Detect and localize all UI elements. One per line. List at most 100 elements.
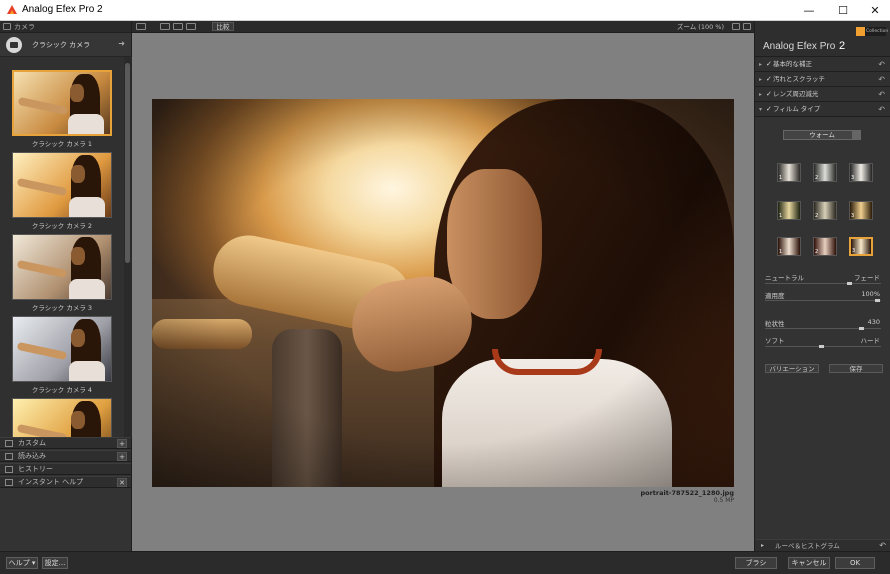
single-view-icon[interactable] (160, 23, 170, 30)
compare-button[interactable]: 比較 (212, 22, 234, 31)
zoom-selector[interactable]: ズーム (100 %) (677, 22, 724, 32)
swatch-number: 3 (851, 213, 855, 219)
camera-icon (3, 23, 11, 30)
variation-button[interactable]: バリエーション (765, 364, 819, 373)
help-icon (5, 479, 13, 486)
view-toolbar: 比較 ズーム (100 %) (132, 21, 754, 33)
film-swatch[interactable]: 1 (777, 163, 801, 182)
swatch-number: 3 (852, 248, 856, 254)
film-type-dropdown[interactable]: ウォーム (783, 130, 861, 140)
section-import[interactable]: 読み込み + (0, 450, 131, 462)
swatch-number: 2 (815, 175, 819, 181)
brand-name: Analog Efex Pro (763, 41, 836, 52)
film-swatch[interactable]: 3 (849, 201, 873, 220)
preset-thumbnail[interactable]: クラシック カメラ 3 (12, 234, 112, 312)
split-view-icon[interactable] (173, 23, 183, 30)
strength-slider-track[interactable] (765, 300, 881, 301)
section-instant-help[interactable]: インスタント ヘルプ ✕ (0, 476, 131, 488)
section-history[interactable]: ヒストリー (0, 463, 131, 475)
collection-badge: Collection (856, 27, 888, 36)
film-swatch[interactable]: 1 (777, 201, 801, 220)
bottom-bar: ヘルプ ▾ 設定... ブラシ キャンセル OK (0, 551, 890, 574)
close-button[interactable]: ✕ (858, 0, 890, 21)
film-strength-knob[interactable] (847, 282, 852, 285)
minimize-button[interactable]: — (792, 0, 826, 21)
strength-slider-knob[interactable] (875, 299, 880, 302)
expand-icon[interactable]: ▸ (759, 57, 762, 72)
softness-slider-knob[interactable] (819, 345, 824, 348)
filter-basic-adjustments[interactable]: ▸ ✓ 基本的な補正 ↶ (755, 57, 890, 72)
thumbnail-scrollbar[interactable] (124, 57, 132, 437)
side-by-side-icon[interactable] (186, 23, 196, 30)
preset-thumbnail[interactable]: クラシック カメラ 1 (12, 70, 112, 148)
file-size: 0.5 MP (713, 497, 734, 504)
filter-label: フィルム タイプ (773, 105, 821, 113)
film-swatch[interactable]: 1 (777, 237, 801, 256)
hard-label: ハード (860, 337, 881, 345)
filter-lens-vignette[interactable]: ▸ ✓ レンズ周辺減光 ↶ (755, 87, 890, 102)
adjustments-panel: Collection Analog Efex Pro 2 ▸ ✓ 基本的な補正 … (754, 21, 890, 551)
custom-icon (5, 440, 13, 447)
grain-slider-knob[interactable] (859, 327, 864, 330)
enable-checkbox[interactable]: ✓ (766, 102, 772, 117)
help-label: ヘルプ (8, 559, 30, 567)
preview-canvas[interactable]: portrait-787522_1280.jpg 0.5 MP (132, 33, 754, 551)
add-custom-button[interactable]: + (117, 439, 127, 448)
section-label: ヒストリー (18, 465, 53, 473)
enable-checkbox[interactable]: ✓ (766, 87, 772, 102)
panel-header-camera[interactable]: カメラ (0, 21, 131, 33)
background-color-icon[interactable] (732, 23, 740, 30)
film-swatch[interactable]: 2 (813, 163, 837, 182)
scrollbar-handle[interactable] (125, 63, 130, 263)
film-swatch[interactable]: 3 (849, 163, 873, 182)
history-icon (5, 466, 13, 473)
reset-icon[interactable]: ↶ (878, 57, 885, 72)
settings-button[interactable]: 設定... (42, 557, 68, 569)
reset-icon[interactable]: ↶ (878, 87, 885, 102)
panel-header-label: カメラ (14, 23, 35, 31)
presets-panel: カメラ クラシック カメラ ➜ クラシック カメラ 1 クラシック カメラ 2 … (0, 21, 132, 551)
swatch-number: 1 (779, 249, 783, 255)
reset-icon[interactable]: ↶ (878, 102, 885, 117)
maximize-button[interactable]: ☐ (826, 0, 860, 21)
brush-button[interactable]: ブラシ (735, 557, 777, 569)
loupe-toggle-icon[interactable] (743, 23, 751, 30)
add-import-button[interactable]: + (117, 452, 127, 461)
save-preset-button[interactable]: 保存 (829, 364, 883, 373)
neutral-label: ニュートラル (765, 274, 804, 282)
category-arrow-icon[interactable]: ➜ (118, 39, 125, 48)
thumbnail-image (12, 398, 112, 437)
camera-category[interactable]: クラシック カメラ ➜ (0, 33, 131, 57)
strength-label: 適用度 (765, 292, 785, 300)
enable-checkbox[interactable]: ✓ (766, 57, 772, 72)
ok-button[interactable]: OK (835, 557, 875, 569)
classic-camera-icon (6, 37, 22, 53)
preset-thumbnail[interactable]: クラシック カメラ 2 (12, 152, 112, 230)
filter-dirt-scratches[interactable]: ▸ ✓ 汚れとスクラッチ ↶ (755, 72, 890, 87)
collapse-icon[interactable]: ▾ (759, 102, 762, 117)
reset-icon[interactable]: ↶ (878, 72, 885, 87)
cancel-button[interactable]: キャンセル (788, 557, 830, 569)
fade-label: フェード (854, 274, 880, 282)
film-strength-track[interactable] (765, 283, 881, 284)
film-swatch[interactable]: 2 (813, 237, 837, 256)
enable-checkbox[interactable]: ✓ (766, 72, 772, 87)
help-expand-button[interactable]: ✕ (117, 478, 127, 487)
preset-thumbnail[interactable] (12, 398, 112, 437)
film-swatch[interactable]: 2 (813, 201, 837, 220)
loupe-histogram-row[interactable]: ▸ ルーペ＆ヒストグラム ↶ (755, 539, 890, 551)
preset-thumbnail[interactable]: クラシック カメラ 4 (12, 316, 112, 394)
soft-label: ソフト (765, 337, 785, 345)
panel-toggle-icon[interactable] (136, 23, 146, 30)
preset-thumbnail-list: クラシック カメラ 1 クラシック カメラ 2 クラシック カメラ 3 クラシッ… (0, 57, 124, 437)
film-swatch[interactable]: 3 (849, 237, 873, 256)
help-button[interactable]: ヘルプ ▾ (6, 557, 38, 569)
app-icon (7, 5, 17, 14)
preview-image[interactable] (152, 99, 734, 487)
expand-icon[interactable]: ▸ (759, 87, 762, 102)
thumbnail-image (12, 70, 112, 136)
filter-film-type[interactable]: ▾ ✓ フィルム タイプ ↶ (755, 102, 890, 117)
section-custom[interactable]: カスタム + (0, 437, 131, 449)
expand-icon[interactable]: ▸ (759, 72, 762, 87)
swatch-number: 2 (815, 249, 819, 255)
